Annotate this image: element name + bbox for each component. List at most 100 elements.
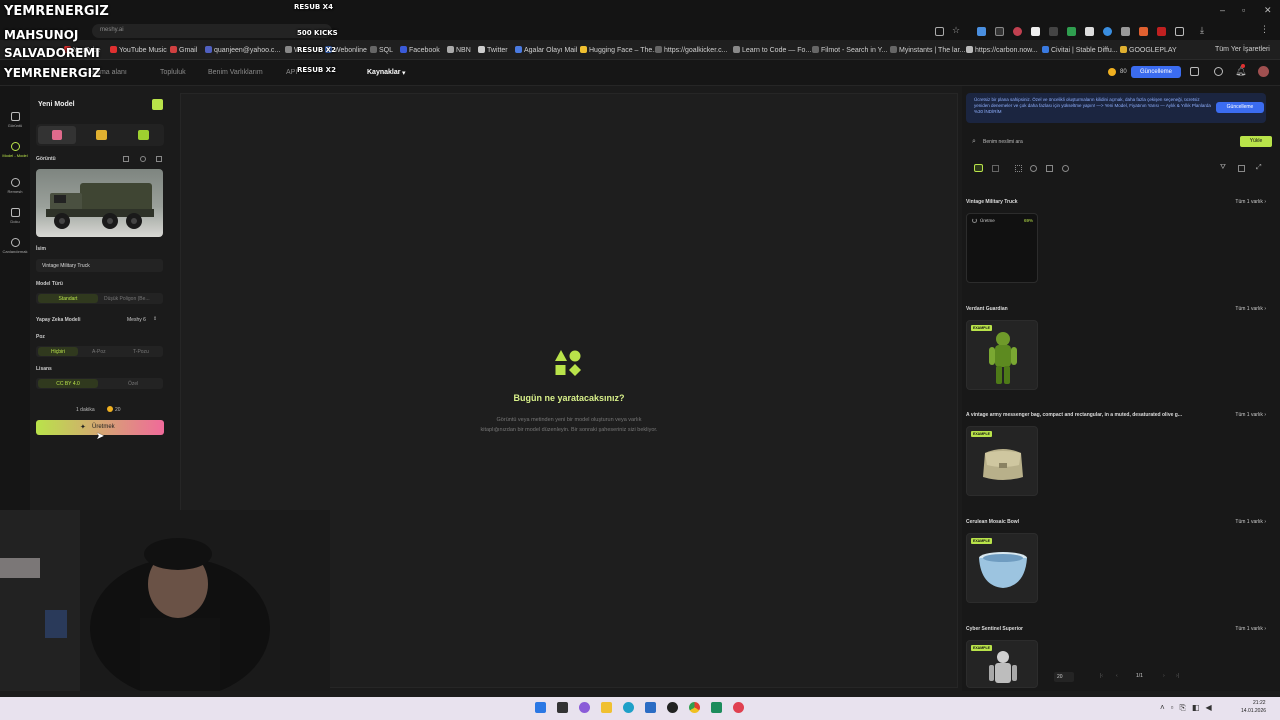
minimize-icon[interactable]: – (1220, 5, 1225, 15)
next-page-icon[interactable]: › (1163, 673, 1165, 679)
extension-icon-1[interactable] (977, 27, 986, 36)
extension-icon-9[interactable] (1121, 27, 1130, 36)
gift-icon[interactable] (1190, 67, 1199, 76)
prev-page-icon[interactable]: ‹ (1116, 673, 1118, 679)
app-icon-1[interactable] (711, 702, 722, 713)
filter-model-icon[interactable] (1030, 165, 1037, 172)
asset-thumbnail[interactable]: EXAMPLE (966, 426, 1038, 496)
chrome-icon[interactable] (689, 702, 700, 713)
gallery-icon[interactable] (123, 156, 129, 162)
tray-icons[interactable]: ˄▫⎘◧◀ (1160, 703, 1218, 713)
download-icon[interactable]: ⤓ (1200, 25, 1209, 35)
mode-text-to-3d-tab-icon[interactable] (138, 130, 149, 140)
asset-count[interactable]: Tüm 1 varlık › (1235, 412, 1266, 418)
extension-icon-6[interactable] (1067, 27, 1076, 36)
asset-title[interactable]: Cerulean Mosaic Bowl (966, 519, 1216, 525)
list-view-icon[interactable] (992, 165, 999, 172)
asset-count[interactable]: Tüm 1 varlık › (1235, 199, 1266, 205)
start-icon[interactable] (535, 702, 546, 713)
settings-icon[interactable] (140, 156, 146, 162)
copilot-icon[interactable] (579, 702, 590, 713)
extension-icon-3[interactable] (1013, 27, 1022, 36)
license-cc-by[interactable]: CC BY 4.0 (38, 379, 98, 388)
asset-thumbnail[interactable]: EXAMPLE (966, 533, 1038, 603)
menu-icon[interactable]: ⋮ (1260, 24, 1269, 34)
bookmark-item[interactable]: Hugging Face – The... (580, 46, 658, 54)
pose-t[interactable]: T-Pozu (133, 349, 149, 355)
model-type-standard[interactable]: Standart (38, 294, 98, 303)
rail-item-remesh[interactable]: Remesh (0, 178, 30, 194)
bookmark-item[interactable]: Learn to Code — Fo... (733, 46, 811, 54)
bookmark-item[interactable]: Myinstants | The lar... (890, 46, 965, 54)
extension-icon-10[interactable] (1139, 27, 1148, 36)
expand-icon[interactable]: ⤢ (1256, 164, 1262, 172)
license-private[interactable]: Özel (128, 381, 138, 387)
asset-title[interactable]: Vintage Military Truck (966, 199, 1216, 205)
bookmark-item[interactable]: quanjeen@yahoo.c... (205, 46, 280, 54)
upload-button[interactable]: Yükle (1240, 136, 1272, 147)
store-icon[interactable] (645, 702, 656, 713)
help-icon[interactable] (1214, 67, 1223, 76)
bookmark-item[interactable]: YouTube Music (110, 46, 167, 54)
image-preview[interactable] (36, 169, 163, 237)
pose-none[interactable]: Hiçbiri (38, 347, 78, 356)
all-bookmarks-link[interactable]: Tüm Yer İşaretleri (1215, 46, 1270, 53)
bookmark-item[interactable]: Facebook (400, 46, 440, 54)
filter-texture-icon[interactable] (1046, 165, 1053, 172)
extension-icon-4[interactable] (1031, 27, 1040, 36)
model-type-lowpoly[interactable]: Düşük Poligon (Be... (104, 296, 150, 302)
panel-action-icon[interactable] (152, 99, 163, 110)
page-size-select[interactable]: 20 (1054, 672, 1074, 682)
maximize-icon[interactable]: ▫ (1242, 5, 1245, 15)
folder-view-icon[interactable] (974, 164, 983, 172)
asset-thumbnail[interactable]: EXAMPLE (966, 640, 1038, 688)
bookmark-item[interactable]: GOOGLEPLAY (1120, 46, 1177, 54)
bookmark-item[interactable]: Civitai | Stable Diffu... (1042, 46, 1118, 54)
asset-count[interactable]: Tüm 1 varlık › (1235, 626, 1266, 632)
filter-animation-icon[interactable] (1062, 165, 1069, 172)
bookmark-item[interactable]: Filmot - Search in Y... (812, 46, 887, 54)
edge-icon[interactable] (623, 702, 634, 713)
mode-multi-image-tab-icon[interactable] (96, 130, 107, 140)
nav-community[interactable]: Topluluk (160, 69, 186, 76)
last-page-icon[interactable]: ›| (1176, 673, 1179, 679)
obs-icon[interactable] (667, 702, 678, 713)
grid-view-icon[interactable] (1015, 165, 1022, 172)
bookmark-item[interactable]: SQL (370, 46, 393, 54)
nav-resources[interactable]: Kaynaklar (367, 69, 400, 76)
asset-title[interactable]: Cyber Sentinel Superior (966, 626, 1216, 632)
rail-item-image[interactable]: Görüntü (0, 112, 30, 128)
delete-icon[interactable] (156, 156, 162, 162)
bookmark-item[interactable]: Twitter (478, 46, 508, 54)
bookmark-item[interactable]: https://carbon.now... (966, 46, 1038, 54)
bookmark-item[interactable]: https://goalkicker.c... (655, 46, 727, 54)
first-page-icon[interactable]: |‹ (1100, 673, 1103, 679)
nav-api[interactable]: API (286, 69, 297, 76)
bookmark-item[interactable]: NBN (447, 46, 471, 54)
star-icon[interactable]: ☆ (952, 25, 961, 35)
file-explorer-icon[interactable] (601, 702, 612, 713)
rail-item-texture[interactable]: Doku (0, 208, 30, 224)
ai-model-select[interactable]: Meshy 6 (127, 317, 146, 323)
extensions-puzzle-icon[interactable] (1175, 27, 1184, 36)
rail-item-model[interactable]: Model - Model (0, 142, 30, 158)
nav-my-assets[interactable]: Benim Varlıklarım (208, 69, 263, 76)
asset-thumbnail[interactable]: EXAMPLE (966, 320, 1038, 390)
asset-title[interactable]: Verdant Guardian (966, 306, 1216, 312)
pose-a[interactable]: A-Poz (92, 349, 106, 355)
avatar[interactable] (1258, 66, 1269, 77)
extension-icon-8[interactable] (1103, 27, 1112, 36)
extension-icon-7[interactable] (1085, 27, 1094, 36)
extension-icon-5[interactable] (1049, 27, 1058, 36)
upgrade-button[interactable]: Güncelleme (1131, 66, 1181, 78)
name-field[interactable]: Vintage Military Truck (36, 259, 163, 272)
search-input[interactable]: Benim neslimi ara (983, 139, 1233, 145)
asset-count[interactable]: Tüm 1 varlık › (1235, 306, 1266, 312)
extension-icon-2[interactable] (995, 27, 1004, 36)
promo-upgrade-button[interactable]: Güncelleme (1216, 102, 1264, 113)
task-view-icon[interactable] (557, 702, 568, 713)
asset-title[interactable]: A vintage army messenger bag, compact an… (966, 412, 1216, 418)
close-icon[interactable]: ✕ (1264, 5, 1272, 16)
select-icon[interactable] (1238, 165, 1245, 172)
address-bar[interactable]: meshy.ai (92, 24, 332, 38)
